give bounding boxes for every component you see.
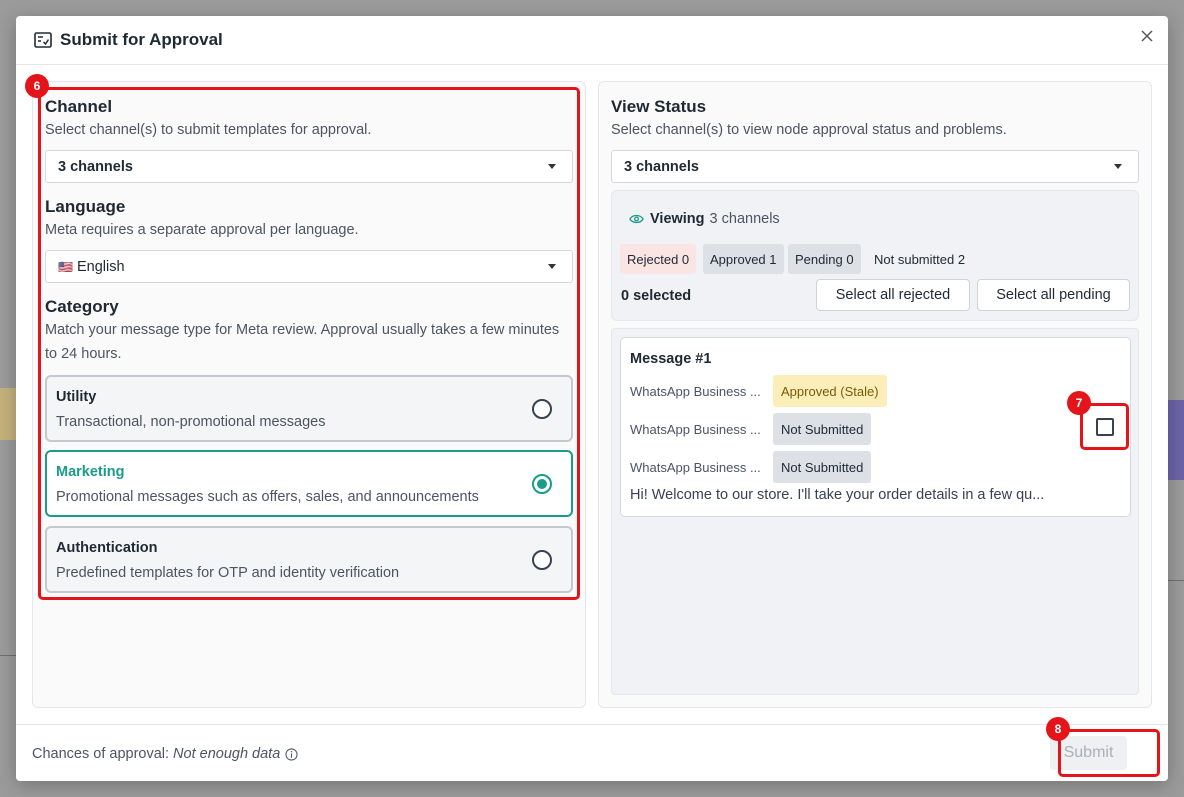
channel-select[interactable]: 3 channels [45, 150, 573, 183]
background-divider [1168, 580, 1184, 581]
language-description: Meta requires a separate approval per la… [45, 222, 359, 238]
status-badge-not-submitted: Not Submitted [773, 413, 872, 445]
language-select[interactable]: 🇺🇸 English [45, 250, 573, 283]
language-select-value: English [76, 258, 125, 275]
submit-approval-dialog: Submit for Approval Channel Select chann… [16, 16, 1168, 781]
channel-description: Select channel(s) to submit templates fo… [45, 122, 372, 138]
category-description: Match your message type for Meta review.… [45, 322, 560, 362]
submission-settings-panel: Channel Select channel(s) to submit temp… [32, 81, 586, 708]
checklist-icon [34, 32, 52, 48]
selected-count: 0 selected [621, 288, 692, 304]
option-title: Marketing [56, 464, 125, 480]
approval-chances: Chances of approval: Not enough data [32, 746, 298, 762]
message-card[interactable]: Message #1 WhatsApp Business ... Approve… [620, 337, 1131, 517]
status-badge-approved-stale: Approved (Stale) [773, 375, 887, 407]
category-option-marketing[interactable]: Marketing Promotional messages such as o… [45, 450, 573, 517]
select-all-pending-button[interactable]: Select all pending [977, 279, 1130, 311]
view-status-heading: View Status [611, 97, 707, 116]
view-status-channel-select[interactable]: 3 channels [611, 150, 1139, 183]
channel-select-value: 3 channels [58, 158, 133, 175]
rejected-count-chip: Rejected 0 [620, 244, 697, 274]
viewing-line: Viewing 3 channels [629, 211, 780, 227]
chances-value: Not enough data [173, 746, 281, 762]
category-option-authentication[interactable]: Authentication Predefined templates for … [45, 526, 573, 593]
message-channel-label: WhatsApp Business ... [630, 384, 761, 399]
dialog-title: Submit for Approval [60, 30, 223, 49]
message-select-checkbox[interactable] [1096, 418, 1114, 436]
chevron-down-icon [548, 264, 556, 269]
message-channel-label: WhatsApp Business ... [630, 422, 761, 437]
submit-button[interactable]: Submit [1050, 736, 1127, 770]
option-description: Transactional, non-promotional messages [56, 414, 326, 430]
view-status-description: Select channel(s) to view node approval … [611, 122, 1007, 138]
pending-count-chip: Pending 0 [788, 244, 861, 274]
eye-icon [629, 214, 644, 224]
dialog-header: Submit for Approval [16, 16, 1168, 65]
message-list: Message #1 WhatsApp Business ... Approve… [611, 328, 1139, 695]
background-divider [0, 655, 16, 656]
option-description: Promotional messages such as offers, sal… [56, 489, 479, 505]
channel-heading: Channel [45, 97, 113, 116]
close-icon[interactable] [1138, 27, 1156, 45]
option-title: Authentication [56, 540, 158, 556]
view-status-select-value: 3 channels [624, 158, 699, 175]
dialog-footer: Chances of approval: Not enough data Sub… [16, 724, 1168, 781]
status-badge-not-submitted: Not Submitted [773, 451, 872, 483]
message-preview: Hi! Welcome to our store. I'll take your… [630, 487, 1045, 503]
chevron-down-icon [548, 164, 556, 169]
annotation-badge: 8 [1046, 717, 1070, 741]
message-title: Message #1 [630, 351, 712, 367]
approved-count-chip: Approved 1 [703, 244, 784, 274]
info-icon[interactable] [285, 747, 298, 761]
chances-label: Chances of approval: [32, 746, 170, 762]
radio-button[interactable] [532, 474, 552, 494]
viewing-summary: Viewing 3 channels Rejected 0 Approved 1… [611, 190, 1139, 321]
option-description: Predefined templates for OTP and identit… [56, 565, 400, 581]
annotation-badge: 6 [25, 74, 49, 98]
viewing-value: 3 channels [709, 211, 780, 227]
category-option-utility[interactable]: Utility Transactional, non-promotional m… [45, 375, 573, 442]
language-heading: Language [45, 197, 126, 216]
option-title: Utility [56, 389, 97, 405]
category-heading: Category [45, 297, 119, 316]
select-all-rejected-button[interactable]: Select all rejected [816, 279, 970, 311]
annotation-badge: 7 [1067, 391, 1091, 415]
background-accent-block [1168, 400, 1184, 480]
message-channel-label: WhatsApp Business ... [630, 460, 761, 475]
radio-button[interactable] [532, 399, 552, 419]
us-flag-icon: 🇺🇸 [58, 259, 73, 274]
not-submitted-count-chip: Not submitted 2 [874, 251, 966, 267]
radio-button[interactable] [532, 550, 552, 570]
chevron-down-icon [1114, 164, 1122, 169]
viewing-label: Viewing [650, 211, 705, 227]
